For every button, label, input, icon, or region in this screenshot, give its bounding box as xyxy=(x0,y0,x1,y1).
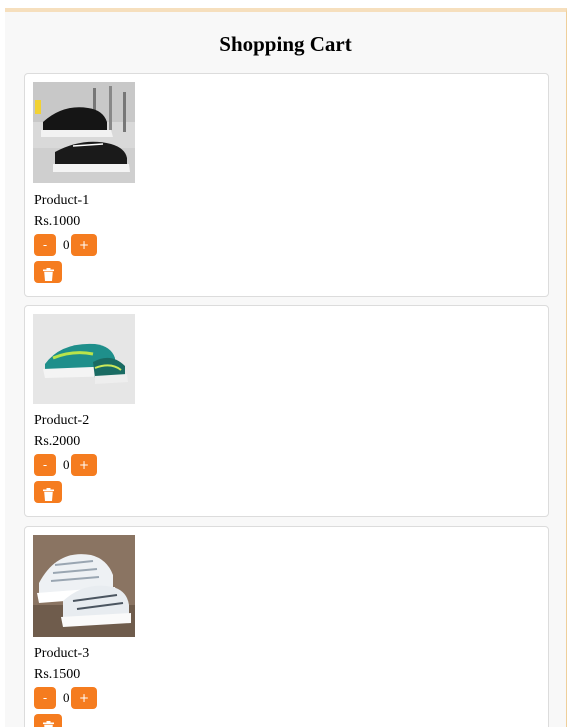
quantity-value: 0 xyxy=(63,690,70,705)
cart-item-card: Product-1 Rs.1000 - 0 + xyxy=(24,73,549,297)
product-image xyxy=(33,82,135,183)
cart-page: Shopping Cart Product-1 Rs.1000 - 0 + Pr… xyxy=(5,8,567,727)
decrease-quantity-button[interactable]: - xyxy=(34,454,56,476)
cart-item-card: Product-3 Rs.1500 - 0 + xyxy=(24,526,549,727)
increase-quantity-button[interactable]: + xyxy=(71,234,97,256)
trash-icon xyxy=(42,720,54,727)
product-price: Rs.2000 xyxy=(34,434,81,449)
decrease-quantity-button[interactable]: - xyxy=(34,234,56,256)
product-image xyxy=(33,535,135,637)
increase-quantity-button[interactable]: + xyxy=(71,687,97,709)
product-price: Rs.1500 xyxy=(34,667,81,682)
increase-quantity-button[interactable]: + xyxy=(71,454,97,476)
product-price: Rs.1000 xyxy=(34,214,81,229)
product-image xyxy=(33,314,135,404)
delete-item-button[interactable] xyxy=(34,261,62,283)
decrease-quantity-button[interactable]: - xyxy=(34,687,56,709)
quantity-value: 0 xyxy=(63,237,70,252)
page-title: Shopping Cart xyxy=(219,32,352,56)
delete-item-button[interactable] xyxy=(34,481,62,503)
product-name: Product-1 xyxy=(34,193,90,208)
delete-item-button[interactable] xyxy=(34,714,62,727)
cart-item-card: Product-2 Rs.2000 - 0 + xyxy=(24,305,549,517)
trash-icon xyxy=(42,487,54,501)
product-name: Product-3 xyxy=(34,646,90,661)
trash-icon xyxy=(42,267,54,281)
quantity-value: 0 xyxy=(63,457,70,472)
product-name: Product-2 xyxy=(34,413,90,428)
